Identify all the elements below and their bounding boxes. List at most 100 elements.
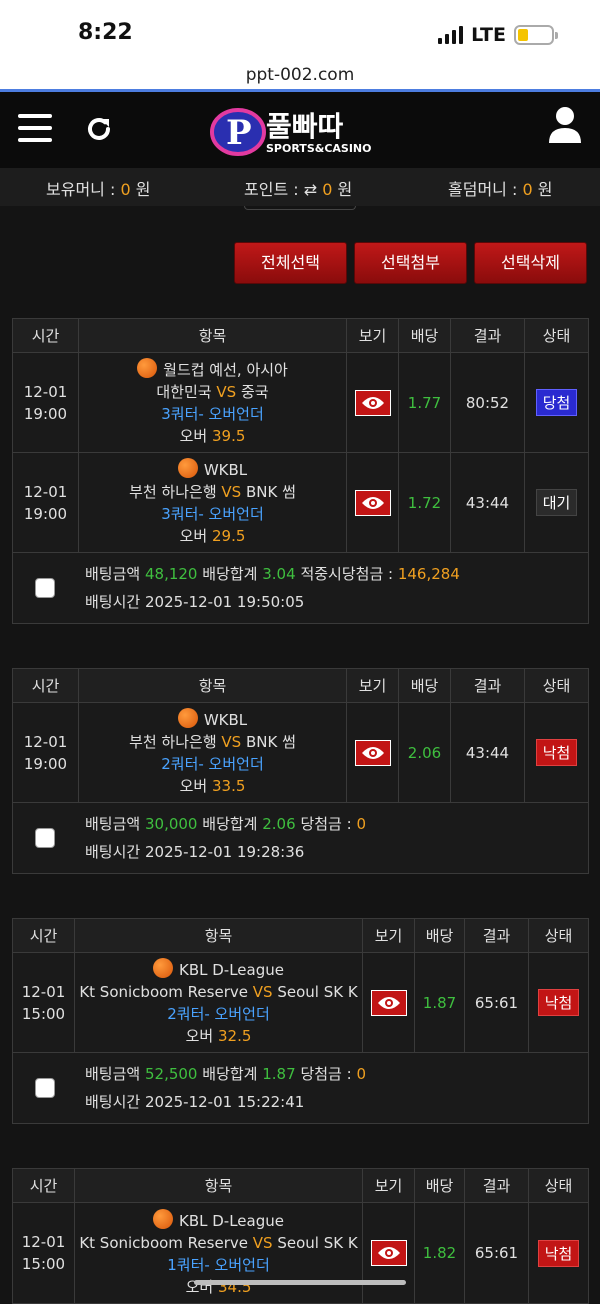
game-item: WKBL 부천 하나은행 VS BNK 썸 2쿼터- 오버언더 오버 33.5 xyxy=(79,703,347,802)
odds-value: 1.72 xyxy=(399,453,451,552)
table-row: 12-01 19:00 월드컵 예선, 아시아 대한민국 VS 중국 3쿼터- 오버언더… xyxy=(13,353,588,453)
select-bet-checkbox[interactable] xyxy=(35,1078,55,1098)
select-all-button[interactable]: 전체선택 xyxy=(234,242,347,284)
pick: 오버 39.5 xyxy=(179,427,246,445)
svg-text:풀빠따: 풀빠따 xyxy=(266,110,344,143)
view-details-eye-icon[interactable] xyxy=(370,989,407,1016)
column-header-odds: 배당 xyxy=(415,919,465,952)
game-result: 43:44 xyxy=(451,453,525,552)
site-header: P 풀빠따 SPORTS&CASINO xyxy=(0,92,600,168)
game-item: WKBL 부천 하나은행 VS BNK 썸 3쿼터- 오버언더오버 29.5 xyxy=(79,453,347,552)
basketball-icon xyxy=(153,958,173,978)
league-name: KBL D-League xyxy=(179,961,284,979)
view-cell xyxy=(347,453,399,552)
column-header-result: 결과 xyxy=(451,319,525,352)
column-header-odds: 배당 xyxy=(399,669,451,702)
status-cell: 낙첨 xyxy=(529,953,588,1052)
table-row: 12-01 15:00 KBL D-League Kt Sonicboom Reser… xyxy=(13,953,588,1053)
bet-summary: 배팅금액 30,000 배당합계 2.06 당첨금 : 0 배팅시간 2025-1… xyxy=(13,803,588,873)
pick: 오버 29.5 xyxy=(179,527,246,545)
bet-summary: 배팅금액 48,120 배당합계 3.04 적중시당첨금 : 146,284 배팅… xyxy=(13,553,588,623)
column-header-status: 상태 xyxy=(544,927,573,945)
column-header-odds: 배당 xyxy=(415,1169,465,1202)
odds-value: 1.82 xyxy=(415,1203,465,1303)
game-item: KBL D-League Kt Sonicboom Reserve VS Seou… xyxy=(75,1203,363,1303)
status-cell: 당첨 xyxy=(525,353,588,452)
view-cell xyxy=(347,703,399,802)
status-cell: 대기 xyxy=(525,453,588,552)
column-header-time: 시간 xyxy=(13,1169,75,1202)
bet-slip: 시간 항목 보기 배당 결과 상태 12-01 19:00 월드컵 예선, 아시아대한민국 VS… xyxy=(12,318,589,624)
game-time: 12-01 15:00 xyxy=(13,1203,75,1303)
column-header-odds: 배당 xyxy=(399,319,451,352)
status-cell: 낙첨 xyxy=(529,1203,588,1303)
balance-bar: 보유머니 : 0 원 포인트 : ⇄ 0 원 홀덤머니 : 0 원 xyxy=(0,168,600,206)
site-logo[interactable]: P 풀빠따 SPORTS&CASINO xyxy=(208,102,398,160)
column-header-view: 보기 xyxy=(363,1169,415,1202)
swap-arrows-icon[interactable]: ⇄ xyxy=(304,180,317,199)
user-account-icon[interactable] xyxy=(548,106,582,144)
league-name: 월드컵 예선, 아시아 xyxy=(163,361,288,379)
delete-selected-button[interactable]: 선택삭제 xyxy=(474,242,587,284)
url-bar[interactable]: ppt-002.com xyxy=(0,62,600,92)
battery-icon xyxy=(514,25,558,45)
column-header-view: 보기 xyxy=(363,919,415,952)
basketball-icon xyxy=(177,458,198,478)
game-item: KBL D-League Kt Sonicboom Reserve VS Seou… xyxy=(75,953,363,1052)
holding-money: 보유머니 : 0 원 xyxy=(46,180,151,199)
table-header: 시간 항목 보기 배당 결과 상태 xyxy=(13,919,588,953)
network-type: LTE xyxy=(471,24,506,46)
league-name: WKBL xyxy=(203,461,248,479)
table-row: 12-01 19:00 WKBL 부천 하나은행 VS BNK 썸 3쿼터- 오버언더 오… xyxy=(13,453,588,553)
select-bet-checkbox[interactable] xyxy=(35,578,55,598)
basketball-icon xyxy=(177,708,198,728)
status-badge: 대기 xyxy=(535,489,578,516)
attach-selected-button[interactable]: 선택첨부 xyxy=(354,242,467,284)
league-name: KBL D-League xyxy=(179,1211,284,1230)
matchup: 대한민국 VS 중국 xyxy=(156,383,269,401)
holdem-money: 홀덤머니 : 0 원 xyxy=(448,180,553,199)
column-header-time: 시간 xyxy=(13,919,75,952)
view-details-eye-icon[interactable] xyxy=(370,1240,407,1266)
bet-summary: 배팅금액 52,500 배당합계 1.87 당첨금 : 0 배팅시간 2025-1… xyxy=(13,1053,588,1123)
odds-value: 2.06 xyxy=(399,703,451,802)
view-details-eye-icon[interactable] xyxy=(354,489,391,516)
game-result: 43:44 xyxy=(451,703,525,802)
basketball-icon xyxy=(137,358,158,378)
point-balance[interactable]: 포인트 : ⇄ 0 원 xyxy=(244,176,352,200)
odds-value: 1.77 xyxy=(399,353,451,452)
column-header-item: 항목 xyxy=(79,319,347,352)
view-cell xyxy=(363,1203,415,1303)
tab-handle xyxy=(244,206,356,210)
game-time: 12-01 19:00 xyxy=(13,353,79,452)
refresh-icon[interactable] xyxy=(84,114,114,144)
status-badge: 낙첨 xyxy=(537,989,580,1016)
matchup: 부천 하나은행 VS BNK 썸 xyxy=(129,483,296,501)
view-details-eye-icon[interactable] xyxy=(354,389,391,416)
svg-text:SPORTS&CASINO: SPORTS&CASINO xyxy=(266,142,372,155)
home-indicator xyxy=(194,1280,406,1285)
game-time: 12-01 19:00 xyxy=(13,703,79,802)
table-header: 시간 항목 보기 배당 결과 상태 xyxy=(13,669,588,703)
table-row: 12-01 15:00 KBL D-League Kt Sonicboom Reser… xyxy=(13,1203,588,1303)
table-header: 시간 항목 보기 배당 결과 상태 xyxy=(13,319,588,353)
view-details-eye-icon[interactable] xyxy=(354,739,391,766)
game-item: 월드컵 예선, 아시아 대한민국 VS 중국 3쿼터- 오버언더 오버 39.5 xyxy=(79,353,347,452)
market-name: 2쿼터- 오버언더 xyxy=(161,755,264,773)
status-cell: 낙첨 xyxy=(525,703,588,802)
league-name: WKBL xyxy=(203,711,248,729)
column-header-item: 항목 xyxy=(75,1169,363,1202)
column-header-status: 상태 xyxy=(544,1177,573,1195)
game-result: 80:52 xyxy=(451,353,525,452)
hamburger-menu-icon[interactable] xyxy=(18,114,52,144)
column-header-time: 시간 xyxy=(13,669,79,702)
select-bet-checkbox[interactable] xyxy=(35,828,55,848)
odds-value: 1.87 xyxy=(415,953,465,1052)
column-header-item: 항목 xyxy=(75,919,363,952)
market-name: 3쿼터- 오버언더 xyxy=(161,505,264,523)
status-time: 8:22 xyxy=(78,20,133,45)
market-name: 2쿼터- 오버언더 xyxy=(167,1005,270,1023)
matchup: Kt Sonicboom Reserve VS Seoul SK K xyxy=(79,1233,358,1252)
url-text: ppt-002.com xyxy=(245,65,355,85)
pick: 오버 32.5 xyxy=(185,1027,252,1045)
